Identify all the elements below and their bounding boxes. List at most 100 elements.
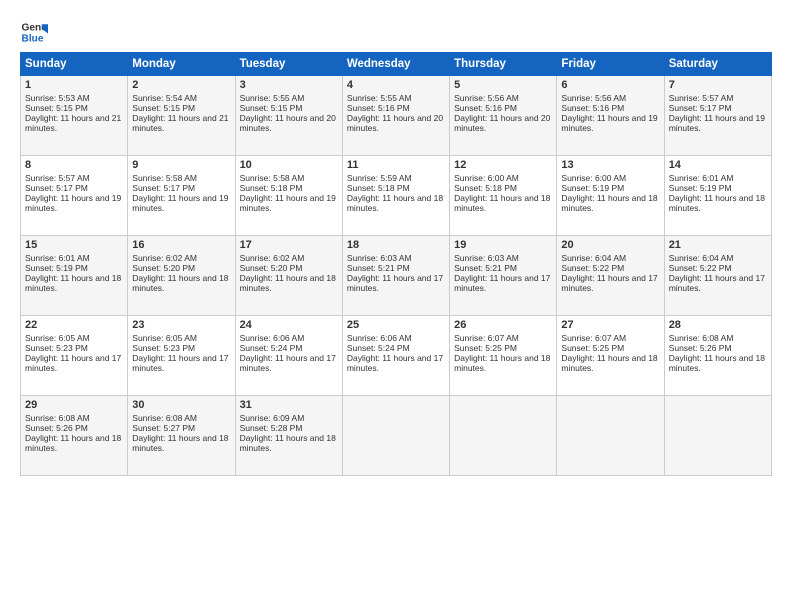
sunrise: Sunrise: 5:59 AM [347,173,412,183]
daylight: Daylight: 11 hours and 18 minutes. [25,433,121,453]
sunrise: Sunrise: 5:56 AM [561,93,626,103]
daylight: Daylight: 11 hours and 20 minutes. [454,113,550,133]
daylight: Daylight: 11 hours and 18 minutes. [561,353,657,373]
col-header-monday: Monday [128,53,235,76]
day-number: 28 [669,319,767,331]
sunset: Sunset: 5:18 PM [454,183,517,193]
calendar-cell: 16 Sunrise: 6:02 AMSunset: 5:20 PMDayligh… [128,236,235,316]
day-number: 7 [669,79,767,91]
day-number: 27 [561,319,659,331]
sunset: Sunset: 5:20 PM [132,263,195,273]
day-number: 14 [669,159,767,171]
sunrise: Sunrise: 6:02 AM [132,253,197,263]
sunrise: Sunrise: 5:56 AM [454,93,519,103]
day-number: 31 [240,399,338,411]
calendar-cell: 5Sunrise: 5:56 AMSunset: 5:16 PMDaylight… [450,76,557,156]
day-number: 1 [25,79,123,91]
daylight: Daylight: 11 hours and 19 minutes. [132,193,228,213]
calendar-cell: 12Sunrise: 6:00 AMSunset: 5:18 PMDayligh… [450,156,557,236]
day-number: 12 [454,159,552,171]
daylight: Daylight: 11 hours and 17 minutes. [347,273,443,293]
sunset: Sunset: 5:19 PM [25,263,88,273]
calendar-cell: 28Sunrise: 6:08 AMSunset: 5:26 PMDayligh… [664,316,771,396]
daylight: Daylight: 11 hours and 17 minutes. [454,273,550,293]
sunset: Sunset: 5:28 PM [240,423,303,433]
sunrise: Sunrise: 6:03 AM [454,253,519,263]
sunset: Sunset: 5:21 PM [347,263,410,273]
sunrise: Sunrise: 5:57 AM [669,93,734,103]
sunrise: Sunrise: 6:05 AM [132,333,197,343]
daylight: Daylight: 11 hours and 18 minutes. [25,273,121,293]
day-number: 20 [561,239,659,251]
col-header-friday: Friday [557,53,664,76]
sunrise: Sunrise: 6:09 AM [240,413,305,423]
sunset: Sunset: 5:19 PM [561,183,624,193]
sunrise: Sunrise: 6:06 AM [347,333,412,343]
daylight: Daylight: 11 hours and 17 minutes. [669,273,765,293]
sunrise: Sunrise: 5:58 AM [240,173,305,183]
col-header-thursday: Thursday [450,53,557,76]
day-number: 19 [454,239,552,251]
daylight: Daylight: 11 hours and 19 minutes. [561,113,657,133]
daylight: Daylight: 11 hours and 17 minutes. [561,273,657,293]
sunrise: Sunrise: 6:02 AM [240,253,305,263]
week-row-3: 15Sunrise: 6:01 AMSunset: 5:19 PMDayligh… [21,236,772,316]
sunrise: Sunrise: 6:08 AM [25,413,90,423]
calendar-cell: 22Sunrise: 6:05 AMSunset: 5:23 PMDayligh… [21,316,128,396]
daylight: Daylight: 11 hours and 18 minutes. [454,193,550,213]
sunrise: Sunrise: 6:08 AM [669,333,734,343]
page: General Blue SundayMondayTuesdayWednesda… [0,0,792,612]
calendar-cell: 29Sunrise: 6:08 AMSunset: 5:26 PMDayligh… [21,396,128,476]
day-number: 3 [240,79,338,91]
svg-text:Blue: Blue [22,33,44,44]
sunset: Sunset: 5:26 PM [669,343,732,353]
calendar-cell: 24Sunrise: 6:06 AMSunset: 5:24 PMDayligh… [235,316,342,396]
col-header-wednesday: Wednesday [342,53,449,76]
calendar-cell [342,396,449,476]
calendar-cell: 14Sunrise: 6:01 AMSunset: 5:19 PMDayligh… [664,156,771,236]
sunset: Sunset: 5:24 PM [240,343,303,353]
sunrise: Sunrise: 6:04 AM [561,253,626,263]
day-number: 25 [347,319,445,331]
sunset: Sunset: 5:16 PM [347,103,410,113]
day-number: 30 [132,399,230,411]
sunrise: Sunrise: 6:07 AM [561,333,626,343]
week-row-2: 8Sunrise: 5:57 AMSunset: 5:17 PMDaylight… [21,156,772,236]
calendar-cell: 27Sunrise: 6:07 AMSunset: 5:25 PMDayligh… [557,316,664,396]
calendar-cell: 18Sunrise: 6:03 AMSunset: 5:21 PMDayligh… [342,236,449,316]
day-number: 13 [561,159,659,171]
daylight: Daylight: 11 hours and 20 minutes. [347,113,443,133]
day-number: 8 [25,159,123,171]
sunset: Sunset: 5:15 PM [132,103,195,113]
calendar-cell: 9Sunrise: 5:58 AMSunset: 5:17 PMDaylight… [128,156,235,236]
day-number: 11 [347,159,445,171]
calendar-cell: 31Sunrise: 6:09 AMSunset: 5:28 PMDayligh… [235,396,342,476]
sunset: Sunset: 5:25 PM [454,343,517,353]
sunrise: Sunrise: 6:06 AM [240,333,305,343]
day-number: 10 [240,159,338,171]
daylight: Daylight: 11 hours and 17 minutes. [347,353,443,373]
sunset: Sunset: 5:24 PM [347,343,410,353]
calendar-cell: 15Sunrise: 6:01 AMSunset: 5:19 PMDayligh… [21,236,128,316]
sunrise: Sunrise: 6:08 AM [132,413,197,423]
daylight: Daylight: 11 hours and 18 minutes. [132,273,228,293]
sunset: Sunset: 5:26 PM [25,423,88,433]
sunrise: Sunrise: 6:05 AM [25,333,90,343]
calendar-table: SundayMondayTuesdayWednesdayThursdayFrid… [20,52,772,476]
sunset: Sunset: 5:16 PM [454,103,517,113]
daylight: Daylight: 11 hours and 18 minutes. [454,353,550,373]
sunrise: Sunrise: 5:58 AM [132,173,197,183]
sunset: Sunset: 5:17 PM [25,183,88,193]
col-header-saturday: Saturday [664,53,771,76]
sunset: Sunset: 5:16 PM [561,103,624,113]
sunrise: Sunrise: 6:07 AM [454,333,519,343]
daylight: Daylight: 11 hours and 17 minutes. [132,353,228,373]
calendar-cell: 6Sunrise: 5:56 AMSunset: 5:16 PMDaylight… [557,76,664,156]
day-number: 26 [454,319,552,331]
day-number: 16 [132,239,230,251]
sunset: Sunset: 5:17 PM [669,103,732,113]
calendar-cell: 11Sunrise: 5:59 AMSunset: 5:18 PMDayligh… [342,156,449,236]
header: General Blue [20,18,772,46]
sunset: Sunset: 5:17 PM [132,183,195,193]
day-number: 17 [240,239,338,251]
